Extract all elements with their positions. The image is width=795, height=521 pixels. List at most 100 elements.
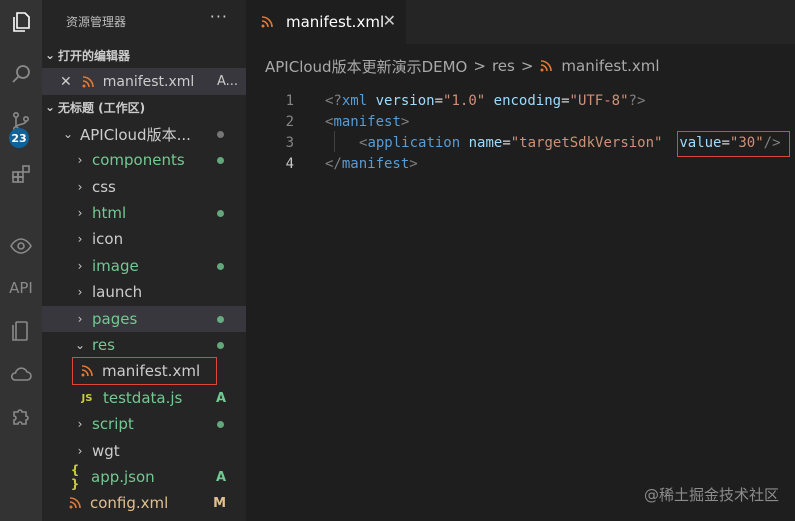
tree-item-wgt[interactable]: › wgt (42, 438, 246, 464)
chevron-right-icon: › (77, 259, 83, 273)
activity-bar: 23 API (0, 0, 42, 521)
tree-item-label: html (92, 204, 127, 222)
manifest-highlight-box (72, 357, 217, 385)
tree-item-label: image (92, 257, 139, 275)
tree-item-label: pages (92, 310, 138, 328)
chevron-right-icon: › (77, 206, 83, 220)
rss-icon (68, 496, 82, 510)
status-dot (217, 262, 224, 270)
tree-item-label: APICloud版本... (80, 125, 191, 144)
source-control-badge: 23 (9, 128, 29, 148)
tree-item-app-json[interactable]: { } app.json A (42, 463, 246, 491)
status-dot (217, 341, 224, 349)
chevron-right-icon: › (77, 417, 83, 431)
status-dot (217, 420, 224, 428)
tree-item-project-root[interactable]: ⌄ APICloud版本... (42, 121, 246, 147)
chevron-right-icon: › (77, 232, 83, 246)
api-icon[interactable]: API (0, 279, 42, 297)
line-number: 3 (285, 134, 294, 151)
open-editor-status: A... (216, 74, 238, 89)
tree-item-image[interactable]: › image (42, 253, 246, 279)
status-dot (217, 315, 224, 323)
code-line: 2 <manifest> (246, 111, 795, 132)
chevron-down-icon: ⌄ (44, 48, 56, 62)
tree-item-css[interactable]: › css (42, 174, 246, 200)
mobile-icon[interactable] (0, 313, 42, 349)
chevron-down-icon: ⌄ (62, 127, 74, 141)
line-number: 2 (285, 113, 294, 130)
value-highlight-box (677, 131, 790, 157)
breadcrumb-file[interactable]: manifest.xml (561, 57, 659, 75)
status-dot (217, 209, 224, 217)
indent-guide (334, 131, 335, 152)
tree-item-label: components (92, 151, 185, 169)
tree-item-testdata[interactable]: JS testdata.js A (42, 385, 246, 411)
open-editor-item[interactable]: ✕ manifest.xml A... (42, 68, 246, 95)
open-editors-label: 打开的编辑器 (58, 48, 131, 63)
extensions-icon[interactable] (0, 156, 42, 192)
workspace-section[interactable]: ⌄ 无标题 (工作区) (42, 96, 246, 118)
eye-icon[interactable] (0, 228, 42, 264)
search-icon[interactable] (0, 56, 42, 92)
chevron-right-icon: › (77, 312, 83, 326)
tree-item-config[interactable]: config.xml M (42, 490, 246, 516)
git-status: A (215, 390, 226, 406)
code-text: <?xml version="1.0" encoding="UTF-8"?> (325, 92, 646, 109)
close-icon[interactable]: ✕ (60, 74, 72, 90)
chevron-down-icon: ⌄ (44, 100, 56, 114)
tree-item-launch[interactable]: › launch (42, 279, 246, 305)
chevron-right-icon: › (77, 444, 83, 458)
tree-item-script[interactable]: › script (42, 411, 246, 437)
tree-item-label: icon (92, 230, 124, 248)
tab-manifest[interactable]: manifest.xml ✕ (246, 0, 406, 44)
close-icon[interactable]: ✕ (383, 11, 396, 30)
tree-item-label: script (92, 415, 134, 433)
tree-item-label: wgt (92, 442, 120, 460)
line-number: 4 (285, 155, 294, 172)
more-actions-icon[interactable]: ··· (210, 7, 228, 26)
tree-item-label: app.json (91, 468, 155, 486)
breadcrumb-separator: > (520, 57, 534, 75)
rss-icon (81, 75, 95, 89)
breadcrumb-separator: > (473, 57, 486, 75)
open-editors-section[interactable]: ⌄ 打开的编辑器 (42, 44, 246, 66)
chevron-right-icon: › (77, 153, 83, 167)
tree-item-label: res (92, 336, 115, 354)
git-status: A (215, 469, 226, 485)
explorer-icon[interactable] (0, 4, 42, 40)
code-text: <manifest> (325, 113, 410, 130)
tree-item-label: launch (92, 283, 143, 301)
breadcrumb-folder[interactable]: res (492, 57, 515, 75)
tab-bar: manifest.xml ✕ (246, 0, 795, 44)
watermark: @稀土掘金技术社区 (643, 486, 779, 504)
tree-item-html[interactable]: › html (42, 200, 246, 226)
code-text: </manifest> (325, 155, 418, 172)
workspace-label: 无标题 (工作区) (58, 100, 146, 115)
rss-icon (260, 15, 274, 29)
chevron-right-icon: › (77, 285, 83, 299)
breadcrumb: APICloud版本更新演示DEMO > res > manifest.xml (265, 54, 660, 78)
tree-item-pages[interactable]: › pages (42, 306, 246, 332)
cloud-icon[interactable] (0, 356, 42, 392)
tree-item-label: css (92, 178, 116, 196)
tree-item-label: testdata.js (103, 389, 183, 407)
status-dot (217, 156, 224, 164)
tree-item-icon[interactable]: › icon (42, 226, 246, 252)
line-number: 1 (285, 92, 294, 109)
tab-label: manifest.xml (286, 13, 385, 31)
explorer-sidebar: 资源管理器 ··· ⌄ 打开的编辑器 ✕ manifest.xml A... ⌄… (42, 0, 246, 521)
open-editor-name: manifest.xml (102, 73, 195, 90)
tree-item-components[interactable]: › components (42, 147, 246, 173)
git-status: M (213, 495, 226, 511)
puzzle-icon[interactable] (0, 398, 42, 434)
chevron-down-icon: ⌄ (74, 338, 86, 352)
code-line: 1 <?xml version="1.0" encoding="UTF-8"?> (246, 90, 795, 111)
tree-item-res[interactable]: ⌄ res (42, 332, 246, 358)
chevron-right-icon: › (77, 180, 83, 194)
json-file-icon: { } (70, 463, 80, 491)
tree-item-label: config.xml (90, 494, 169, 512)
js-file-icon: JS (81, 392, 93, 404)
breadcrumb-root[interactable]: APICloud版本更新演示DEMO (265, 56, 467, 77)
status-dot (217, 130, 224, 138)
rss-icon (539, 59, 553, 73)
